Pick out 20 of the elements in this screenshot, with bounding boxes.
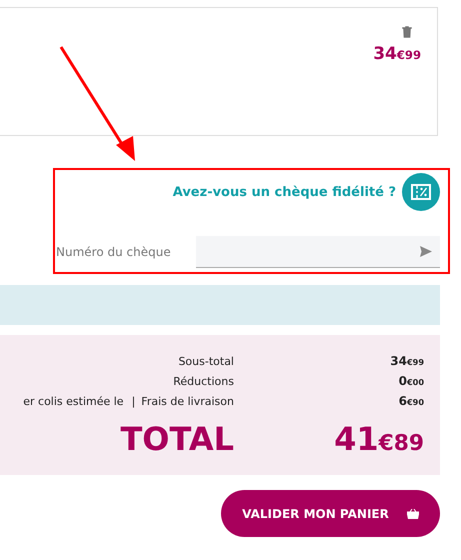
cheque-question: Avez-vous un chèque fidélité ? [172, 184, 396, 200]
ticket-icon [411, 184, 431, 200]
separator: | [132, 394, 136, 408]
coupon-button[interactable] [402, 173, 440, 211]
delivery-note: er colis estimée le [23, 394, 124, 408]
product-price: 34€99 [373, 44, 421, 64]
total-value: 41€89 [333, 420, 424, 458]
cheque-number-field[interactable] [196, 236, 440, 268]
summary-value: 34€99 [389, 354, 424, 368]
summary-label: Sous-total [178, 354, 234, 368]
summary-value: 6€90 [398, 394, 424, 408]
summary-value: 0€00 [398, 374, 424, 388]
field-label: Numéro du chèque [56, 245, 172, 259]
total-label: TOTAL [120, 420, 234, 458]
basket-icon [406, 508, 419, 518]
summary-label: Frais de livraison [141, 394, 234, 408]
checkout-button[interactable]: VALIDER MON PANIER [221, 490, 440, 537]
send-icon[interactable] [420, 246, 432, 257]
summary-label: Réductions [173, 374, 234, 388]
trash-icon[interactable] [402, 26, 412, 38]
